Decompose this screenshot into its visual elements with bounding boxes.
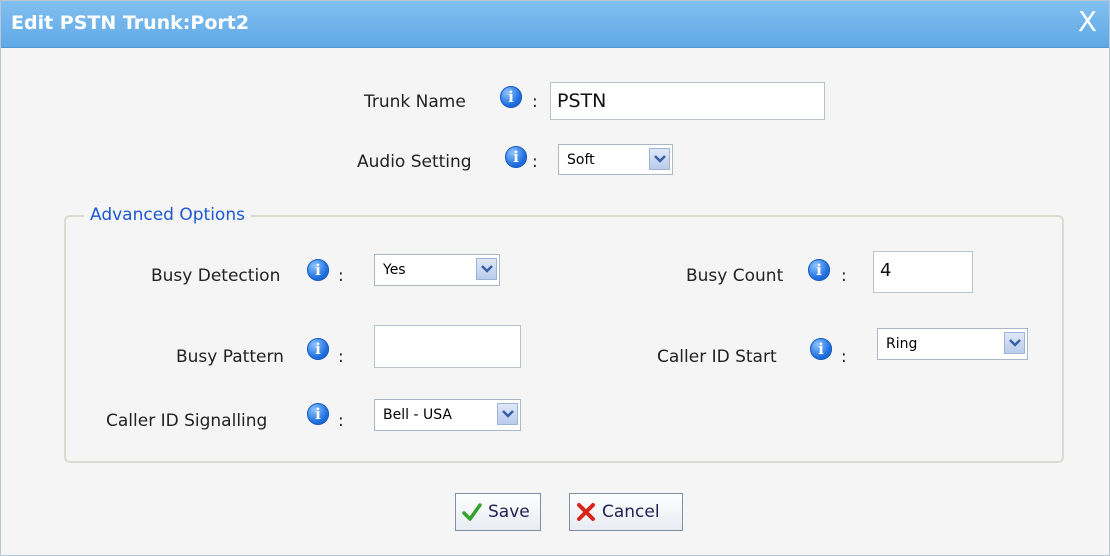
dropdown-arrow-icon[interactable]	[1004, 332, 1025, 354]
checkmark-icon	[462, 502, 482, 522]
save-label: Save	[488, 502, 530, 522]
audio-setting-select[interactable]: Soft	[558, 144, 673, 175]
colon: :	[338, 347, 344, 367]
dropdown-arrow-icon[interactable]	[476, 258, 497, 280]
close-icon[interactable]: X	[1078, 7, 1097, 37]
busy-detection-value: Yes	[383, 262, 406, 278]
colon: :	[532, 92, 538, 112]
cross-icon	[576, 502, 596, 522]
info-icon[interactable]: i	[307, 338, 329, 360]
busy-count-input[interactable]: 4	[873, 251, 973, 293]
colon: :	[841, 347, 847, 367]
busy-detection-label: Busy Detection	[151, 266, 281, 286]
busy-detection-select[interactable]: Yes	[374, 254, 500, 286]
advanced-options-legend: Advanced Options	[84, 205, 251, 225]
edit-trunk-dialog: Edit PSTN Trunk:Port2 X Trunk Name i : P…	[0, 0, 1110, 556]
busy-pattern-input[interactable]	[374, 325, 521, 368]
caller-id-signalling-select[interactable]: Bell - USA	[374, 399, 521, 431]
dialog-title: Edit PSTN Trunk:Port2	[11, 12, 250, 34]
info-icon[interactable]: i	[307, 259, 329, 281]
info-icon[interactable]: i	[810, 338, 832, 360]
colon: :	[532, 152, 538, 172]
cancel-label: Cancel	[602, 502, 660, 522]
info-icon[interactable]: i	[505, 146, 527, 168]
busy-pattern-label: Busy Pattern	[176, 347, 284, 367]
info-icon[interactable]: i	[808, 259, 830, 281]
info-icon[interactable]: i	[307, 403, 329, 425]
dropdown-arrow-icon[interactable]	[497, 403, 518, 425]
caller-id-signalling-value: Bell - USA	[383, 407, 452, 423]
caller-id-start-label: Caller ID Start	[657, 347, 777, 367]
cancel-button[interactable]: Cancel	[569, 493, 683, 531]
info-icon[interactable]: i	[500, 86, 522, 108]
dialog-titlebar[interactable]: Edit PSTN Trunk:Port2 X	[1, 1, 1109, 48]
colon: :	[338, 266, 344, 286]
dropdown-arrow-icon[interactable]	[649, 148, 670, 170]
busy-count-label: Busy Count	[686, 266, 784, 286]
caller-id-start-value: Ring	[886, 336, 918, 352]
audio-setting-label: Audio Setting	[357, 152, 472, 172]
save-button[interactable]: Save	[455, 493, 541, 531]
trunk-name-input[interactable]: PSTN	[550, 82, 825, 120]
colon: :	[338, 411, 344, 431]
caller-id-signalling-label: Caller ID Signalling	[106, 411, 268, 431]
caller-id-start-select[interactable]: Ring	[877, 328, 1028, 360]
trunk-name-label: Trunk Name	[364, 92, 466, 112]
audio-setting-value: Soft	[567, 152, 595, 168]
colon: :	[841, 266, 847, 286]
